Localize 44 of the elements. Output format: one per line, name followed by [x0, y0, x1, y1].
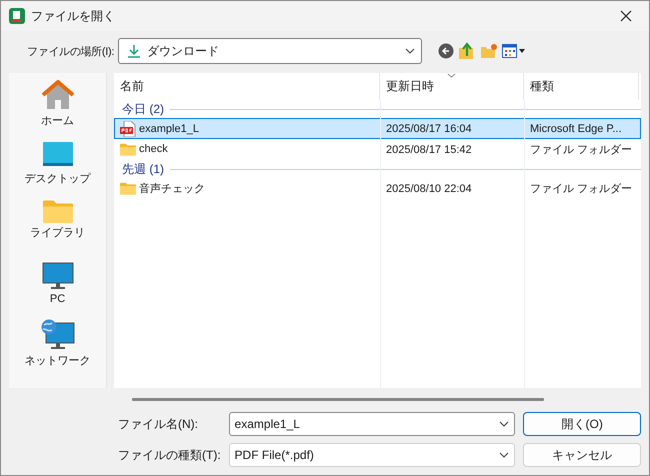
- sidebar-item[interactable]: PC: [10, 259, 106, 310]
- file-name: check: [115, 143, 381, 156]
- house-icon: [40, 79, 74, 111]
- sidebar-item[interactable]: ホーム: [10, 79, 106, 130]
- group-header: 先週 (1): [122, 160, 164, 178]
- app-icon: [9, 8, 25, 24]
- date-cell-text: 2025/08/17 16:04: [385, 122, 473, 134]
- file-type-dropdown[interactable]: PDF File(*.pdf): [228, 443, 516, 467]
- desktop-icon: [40, 139, 74, 169]
- chevron-down-icon: [405, 48, 415, 54]
- chevron-down-icon: [499, 421, 510, 427]
- type-cell-text: ファイル フォルダー: [529, 143, 634, 157]
- sidebar-item[interactable]: デスクトップ: [10, 139, 106, 190]
- date-cell-text: 2025/08/17 15:42: [385, 144, 473, 156]
- up-folder-button[interactable]: [458, 40, 476, 62]
- file-row[interactable]: example1_L 2025/08/17 16:04 Microsoft Edge P...: [114, 118, 641, 139]
- group-header: 今日 (2): [122, 100, 164, 118]
- pdf-file-icon: [120, 120, 136, 136]
- open-button[interactable]: 開く(O): [523, 412, 641, 436]
- file-name: example1_L: [115, 120, 381, 136]
- window-title: ファイルを開く: [31, 8, 116, 24]
- chevron-down-icon: [499, 452, 510, 458]
- location-label: ファイルの場所(I):: [27, 44, 116, 58]
- sidebar-item[interactable]: ライブラリ: [10, 199, 106, 250]
- location-dropdown[interactable]: ダウンロード: [118, 38, 422, 64]
- date-cell-text: 2025/08/10 22:04: [385, 182, 473, 194]
- sort-icon: [447, 73, 456, 78]
- type-cell-text: ファイル フォルダー: [529, 182, 634, 196]
- file-name: 音声チェック: [115, 181, 381, 196]
- file-row[interactable]: check 2025/08/17 15:42 ファイル フォルダー: [114, 139, 641, 160]
- close-icon: [620, 10, 632, 22]
- file-name-label: ファイル名(N):: [118, 416, 199, 432]
- scrollbar-thumb[interactable]: [132, 398, 544, 400]
- folder-icon: [120, 143, 136, 156]
- type-cell-text: Microsoft Edge P...: [529, 122, 623, 134]
- file-name-field[interactable]: example1_L: [228, 412, 516, 436]
- folder-icon: [120, 182, 136, 195]
- sidebar-item[interactable]: ネットワーク: [10, 319, 106, 370]
- network-icon: [40, 319, 74, 351]
- file-row[interactable]: 音声チェック 2025/08/10 22:04 ファイル フォルダー: [114, 178, 641, 199]
- file-type-label: ファイルの種類(T):: [118, 446, 222, 464]
- folder-icon: [42, 199, 72, 223]
- cancel-button[interactable]: キャンセル: [523, 443, 641, 467]
- download-icon: [127, 44, 141, 58]
